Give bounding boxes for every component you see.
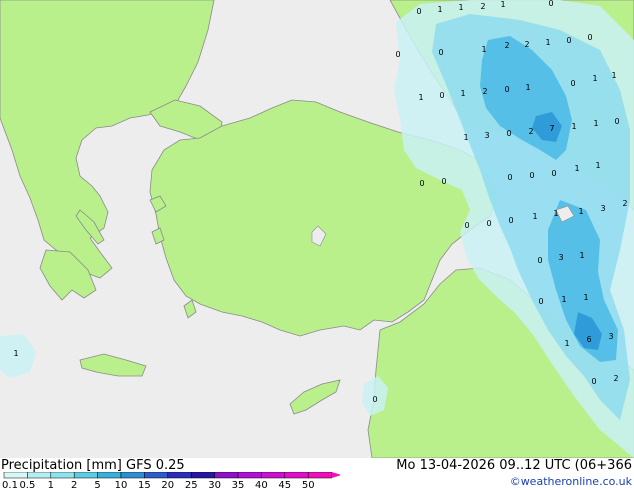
legend-color-bar [167,472,192,479]
precipitation-map: 0 1 1 2 1 0 0 1 2 2 1 0 0 0 1 0 1 2 0 1 0 1 1 1 3 0 2 7 1 1 0 0 0 0 0 0 1 1 0 0… [0,0,634,458]
precip-value-label: 2 [622,199,627,208]
legend-tick-label: 25 [185,480,198,490]
valid-time: Mo 13-04-2026 09..12 UTC (06+366 [396,458,632,473]
precip-value-label: 1 [593,119,598,128]
precip-value-label: 0 [419,179,424,188]
precip-value-label: 1 [458,3,463,12]
precip-value-label: 0 [537,256,542,265]
precip-value-label: 3 [558,253,563,262]
precip-value-label: 0 [529,171,534,180]
legend-tick-label: 40 [255,480,268,490]
precip-value-label: 0 [614,117,619,126]
precip-value-label: 2 [480,2,485,11]
credit-link[interactable]: ©weatheronline.co.uk [510,475,632,488]
precip-value-label: 1 [571,122,576,131]
precip-value-label: 0 [506,129,511,138]
legend-tick-label: 20 [161,480,174,490]
precip-value-label: 1 [500,0,505,9]
precip-value-label: 3 [608,332,613,341]
legend-color-bar [237,472,262,479]
precip-value-label: 0 [441,177,446,186]
product-title: Precipitation [mm] GFS 0.25 [1,458,185,473]
legend-tick-label: 30 [208,480,221,490]
precip-value-label: 1 [595,161,600,170]
legend-color-bar [3,472,28,479]
legend-tick-label: 45 [278,480,291,490]
precip-value-label: 0 [570,79,575,88]
model-name: GFS 0.25 [126,458,185,473]
legend-color-bar [214,472,239,479]
legend-tick-label: 0.5 [19,480,35,490]
precip-value-label: 0 [486,219,491,228]
precip-value-label: 0 [416,7,421,16]
precip-value-label: 0 [538,297,543,306]
product-name: Precipitation [mm] [1,458,122,473]
legend-tick-label: 5 [94,480,100,490]
legend-tick-label: 10 [115,480,128,490]
precip-value-label: 0 [372,395,377,404]
legend-tick-labels: 0.1 0.5 1 2 5 10 15 20 25 30 35 40 45 50 [2,480,315,490]
precip-value-label: 1 [460,89,465,98]
precip-value-label: 1 [481,45,486,54]
precip-value-label: 0 [438,48,443,57]
precip-value-label: 2 [482,87,487,96]
precip-value-label: 1 [553,209,558,218]
precip-value-label: 1 [611,71,616,80]
precip-value-label: 1 [583,293,588,302]
precip-value-label: 0 [507,173,512,182]
legend-color-bar [120,472,145,479]
precip-value-label: 0 [551,169,556,178]
precip-value-label: 1 [561,295,566,304]
precip-value-label: 3 [484,131,489,140]
legend-tick-label: 0.1 [2,480,18,490]
legend-color-bar [27,472,52,479]
precip-value-label: 0 [591,377,596,386]
legend-color-bar [307,472,332,479]
precip-value-label: 6 [586,335,591,344]
legend-tick-label: 50 [302,480,315,490]
precip-value-label: 1 [532,212,537,221]
precip-value-label: 1 [564,339,569,348]
precip-value-label: 0 [395,50,400,59]
legend-color-bar [261,472,286,479]
precip-value-label: 1 [13,349,18,358]
legend-color-bar [190,472,215,479]
precip-value-label: 0 [566,36,571,45]
legend-tick-label: 1 [48,480,54,490]
precip-value-label: 1 [578,207,583,216]
precip-value-label: 1 [437,5,442,14]
precip-value-label: 2 [528,127,533,136]
precip-value-label: 1 [525,83,530,92]
precip-value-label: 7 [549,124,554,133]
color-scale-legend: 0.1 0.5 1 2 5 10 15 20 25 30 35 40 45 50 [2,472,340,490]
precip-value-label: 2 [524,40,529,49]
legend-color-bar [73,472,98,479]
legend-color-bar [144,472,169,479]
precip-value-label: 0 [439,91,444,100]
precip-value-label: 1 [463,133,468,142]
footer-bar: Precipitation [mm] GFS 0.25 Mo 13-04-202… [0,458,634,490]
precip-value-label: 1 [579,251,584,260]
legend-tick-label: 2 [71,480,77,490]
precip-value-label: 2 [613,374,618,383]
precip-value-label: 2 [504,41,509,50]
precip-value-label: 0 [464,221,469,230]
legend-arrow-tip [331,472,340,478]
legend-color-bar [97,472,122,479]
legend-color-bar [50,472,75,479]
precip-value-label: 1 [418,93,423,102]
legend-tick-label: 15 [138,480,151,490]
precip-value-label: 0 [587,33,592,42]
precip-value-label: 3 [600,204,605,213]
precip-value-label: 0 [548,0,553,8]
legend-tick-label: 35 [232,480,245,490]
precip-value-label: 0 [508,216,513,225]
precip-value-label: 1 [545,38,550,47]
precip-value-label: 1 [592,74,597,83]
precip-value-label: 0 [504,85,509,94]
legend-color-bars [3,472,340,479]
precip-value-label: 1 [574,164,579,173]
legend-color-bar [284,472,309,479]
